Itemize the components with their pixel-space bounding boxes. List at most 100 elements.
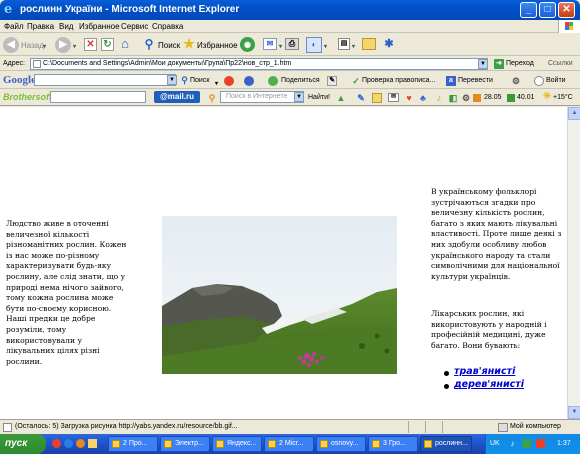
menu-tools[interactable]: Сервис: [121, 22, 148, 31]
address-dropdown-icon[interactable]: ▼: [478, 59, 488, 69]
language-indicator[interactable]: UK: [490, 440, 500, 447]
task-button[interactable]: osnovy...: [316, 436, 366, 452]
photo-icon[interactable]: ◧: [448, 93, 458, 103]
favorites-button[interactable]: Избранное: [197, 41, 238, 50]
stats-icon[interactable]: ▲: [336, 93, 346, 103]
game-icon[interactable]: ♣: [418, 93, 428, 103]
title-bar[interactable]: e рослинн України - Microsoft Internet E…: [0, 0, 580, 20]
refresh-icon[interactable]: ↻: [101, 38, 114, 51]
folder-icon[interactable]: [362, 38, 376, 50]
google-search-dropdown2-icon[interactable]: ▾: [215, 80, 218, 87]
maximize-button[interactable]: □: [539, 2, 556, 18]
forward-dropdown-icon[interactable]: ▾: [73, 43, 76, 50]
status-text: (Осталось: 5) Загрузка рисунка http://ya…: [15, 423, 238, 430]
link-woody[interactable]: дерев'янисті: [444, 379, 564, 393]
research-icon[interactable]: ✱: [382, 37, 396, 51]
go-button[interactable]: Переход: [506, 60, 534, 67]
share-icon[interactable]: [268, 76, 278, 86]
ie-window: e рослинн України - Microsoft Internet E…: [0, 0, 580, 454]
google-search-dropdown-icon[interactable]: ▼: [167, 75, 177, 85]
mailru-search-dropdown-icon[interactable]: ▼: [294, 92, 304, 102]
edit-dropdown-icon[interactable]: ▾: [352, 43, 355, 50]
media-icon[interactable]: ◉: [240, 37, 255, 52]
envelope-icon[interactable]: ✉: [388, 93, 399, 102]
google-search-icon[interactable]: ⚲: [180, 76, 189, 85]
signin-button[interactable]: Войти: [546, 77, 566, 84]
mailru-search-icon[interactable]: ⚲: [207, 93, 217, 103]
search-icon[interactable]: ⚲: [142, 37, 156, 51]
page-content: Людство живе в оточенні величезної кільк…: [0, 107, 567, 419]
messenger-icon[interactable]: ◐: [306, 37, 322, 53]
options-icon[interactable]: ⚙: [461, 93, 471, 103]
task-button[interactable]: 2 Про...: [108, 436, 158, 452]
tray-app-icon[interactable]: [522, 439, 531, 448]
back-dropdown-icon[interactable]: ▾: [43, 43, 46, 50]
address-input[interactable]: C:\Documents and Settings\Admin\Мои доку…: [30, 58, 488, 70]
forward-arrow-icon[interactable]: ▶: [55, 37, 71, 53]
back-arrow-icon[interactable]: ◀: [3, 37, 19, 53]
ie-quicklaunch-icon[interactable]: [64, 439, 73, 448]
currency-icon: [473, 94, 481, 102]
scroll-up-icon[interactable]: ▲: [568, 107, 580, 120]
mail-dropdown-icon[interactable]: ▾: [279, 43, 282, 50]
speaker-icon[interactable]: ♪: [508, 439, 517, 448]
translate-icon[interactable]: a: [446, 76, 456, 86]
start-label: пуск: [5, 438, 28, 449]
menu-help[interactable]: Справка: [152, 22, 183, 31]
opera-icon[interactable]: [52, 439, 61, 448]
translate-button[interactable]: Перевести: [458, 77, 493, 84]
note-icon[interactable]: [372, 93, 382, 103]
tray-antivirus-icon[interactable]: [536, 439, 545, 448]
back-button[interactable]: Назад: [21, 41, 44, 50]
desktop-icon[interactable]: [88, 439, 97, 448]
wrench-icon[interactable]: ⚙: [511, 76, 521, 86]
pen-icon[interactable]: ✎: [356, 93, 366, 103]
task-button[interactable]: 3 Гро...: [368, 436, 418, 452]
stop-icon[interactable]: ✕: [84, 38, 97, 51]
spellcheck-button[interactable]: Проверка правописа...: [362, 77, 435, 84]
task-button[interactable]: Электр...: [160, 436, 210, 452]
mail-icon[interactable]: ✉: [263, 38, 277, 50]
signin-icon[interactable]: [534, 76, 544, 86]
heart-icon[interactable]: ♥: [404, 93, 414, 103]
go-arrow-icon[interactable]: ➜: [494, 59, 504, 69]
menu-favorites[interactable]: Избранное: [79, 22, 120, 31]
spellcheck-icon[interactable]: ✓: [351, 76, 361, 86]
minimize-button[interactable]: _: [520, 2, 537, 18]
google-search-button[interactable]: Поиск: [190, 77, 209, 84]
favorites-star-icon[interactable]: ★: [182, 37, 196, 51]
start-button[interactable]: пуск: [0, 434, 46, 454]
find-button[interactable]: Найти!: [308, 94, 330, 101]
sidewiki-icon[interactable]: ✎: [327, 76, 337, 86]
brothersoft-search-input[interactable]: [50, 91, 146, 103]
print-icon[interactable]: ⎙: [285, 38, 299, 50]
menu-view[interactable]: Вид: [59, 22, 73, 31]
links-button[interactable]: Ссылки: [548, 60, 573, 67]
task-button[interactable]: 2 Micr...: [264, 436, 314, 452]
google-search-input[interactable]: [34, 74, 176, 86]
firefox-icon[interactable]: [76, 439, 85, 448]
close-button[interactable]: ✕: [558, 2, 575, 18]
edit-icon[interactable]: ▤: [338, 38, 350, 50]
task-label: 2 Micr...: [279, 440, 304, 447]
google-bookmark-icon[interactable]: [244, 76, 254, 86]
scroll-down-icon[interactable]: ▼: [568, 406, 580, 419]
status-bar: (Осталось: 5) Загрузка рисунка http://ya…: [0, 419, 580, 434]
taskbar: пуск 2 Про... Электр... Яндекс... 2 Micr…: [0, 434, 580, 454]
search-button[interactable]: Поиск: [158, 41, 180, 50]
mailru-search-input[interactable]: Поиск в Интернете: [220, 91, 304, 103]
share-button[interactable]: Поделиться: [281, 77, 320, 84]
clock: 1:37: [557, 440, 571, 447]
menu-edit[interactable]: Правка: [27, 22, 54, 31]
task-button[interactable]: Яндекс...: [212, 436, 262, 452]
google-plus-icon[interactable]: [224, 76, 234, 86]
task-button-active[interactable]: рослинн...: [420, 436, 472, 452]
radio-icon[interactable]: ♪: [434, 93, 444, 103]
brothersoft-logo: Brothersoft: [3, 92, 52, 102]
task-label: Яндекс...: [227, 440, 257, 447]
menu-file[interactable]: Файл: [4, 22, 24, 31]
home-icon[interactable]: ⌂: [118, 37, 132, 51]
mailru-logo[interactable]: @mail.ru: [154, 91, 200, 103]
vertical-scrollbar[interactable]: ▲ ▼: [567, 107, 580, 419]
messenger-dropdown-icon[interactable]: ▾: [324, 43, 327, 50]
